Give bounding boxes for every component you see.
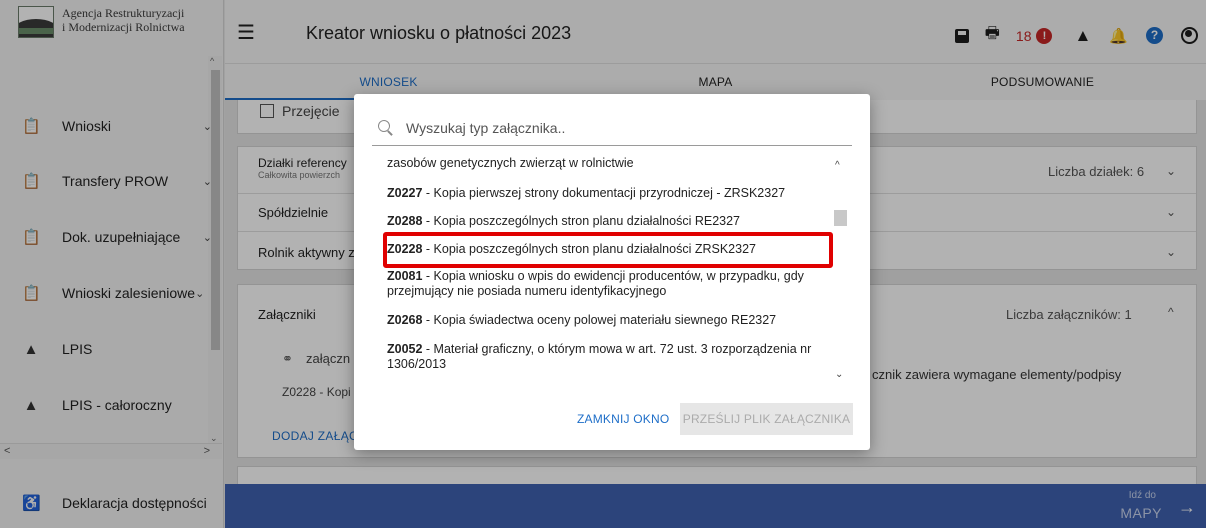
attachment-type-dialog: zasobów genetycznych zwierząt w rolnictw… — [354, 94, 870, 450]
item-text: - Kopia wniosku o wpis do ewidencji prod… — [387, 269, 804, 298]
highlight-frame — [383, 232, 833, 268]
item-text: - Materiał graficzny, o którym mowa w ar… — [387, 342, 812, 371]
item-code: Z0288 — [387, 214, 423, 228]
item-code: Z0227 — [387, 186, 423, 200]
list-item[interactable]: Z0288 - Kopia poszczególnych stron planu… — [387, 214, 827, 229]
list-item[interactable]: zasobów genetycznych zwierząt w rolnictw… — [387, 156, 827, 171]
item-code: Z0268 — [387, 313, 423, 327]
search-icon — [378, 119, 394, 136]
item-text: - Kopia pierwszej strony dokumentacji pr… — [422, 186, 786, 200]
list-item[interactable]: Z0268 - Kopia świadectwa oceny polowej m… — [387, 313, 827, 328]
list-item[interactable]: Z0227 - Kopia pierwszej strony dokumenta… — [387, 186, 827, 201]
item-code: Z0052 — [387, 342, 423, 356]
item-text: - Kopia poszczególnych stron planu dział… — [422, 214, 741, 228]
item-text: - Kopia świadectwa oceny polowej materia… — [422, 313, 777, 327]
close-dialog-button[interactable]: ZAMKNIJ OKNO — [577, 412, 669, 426]
item-code: Z0081 — [387, 269, 423, 283]
list-item[interactable]: Z0052 - Materiał graficzny, o którym mow… — [387, 342, 827, 372]
search-bar — [372, 110, 852, 146]
search-input[interactable] — [406, 119, 826, 136]
attachment-type-list: zasobów genetycznych zwierząt w rolnictw… — [387, 152, 827, 384]
list-scroll-thumb[interactable] — [834, 210, 847, 226]
item-text: zasobów genetycznych zwierząt w rolnictw… — [387, 156, 634, 170]
list-item[interactable]: Z0081 - Kopia wniosku o wpis do ewidencj… — [387, 269, 827, 299]
list-scrollbar[interactable]: ^ ⌄ — [830, 156, 850, 382]
upload-attachment-button[interactable]: PRZEŚLIJ PLIK ZAŁĄCZNIKA — [680, 403, 853, 435]
chevron-up-icon[interactable]: ^ — [835, 160, 840, 171]
chevron-down-icon[interactable]: ⌄ — [835, 369, 843, 380]
